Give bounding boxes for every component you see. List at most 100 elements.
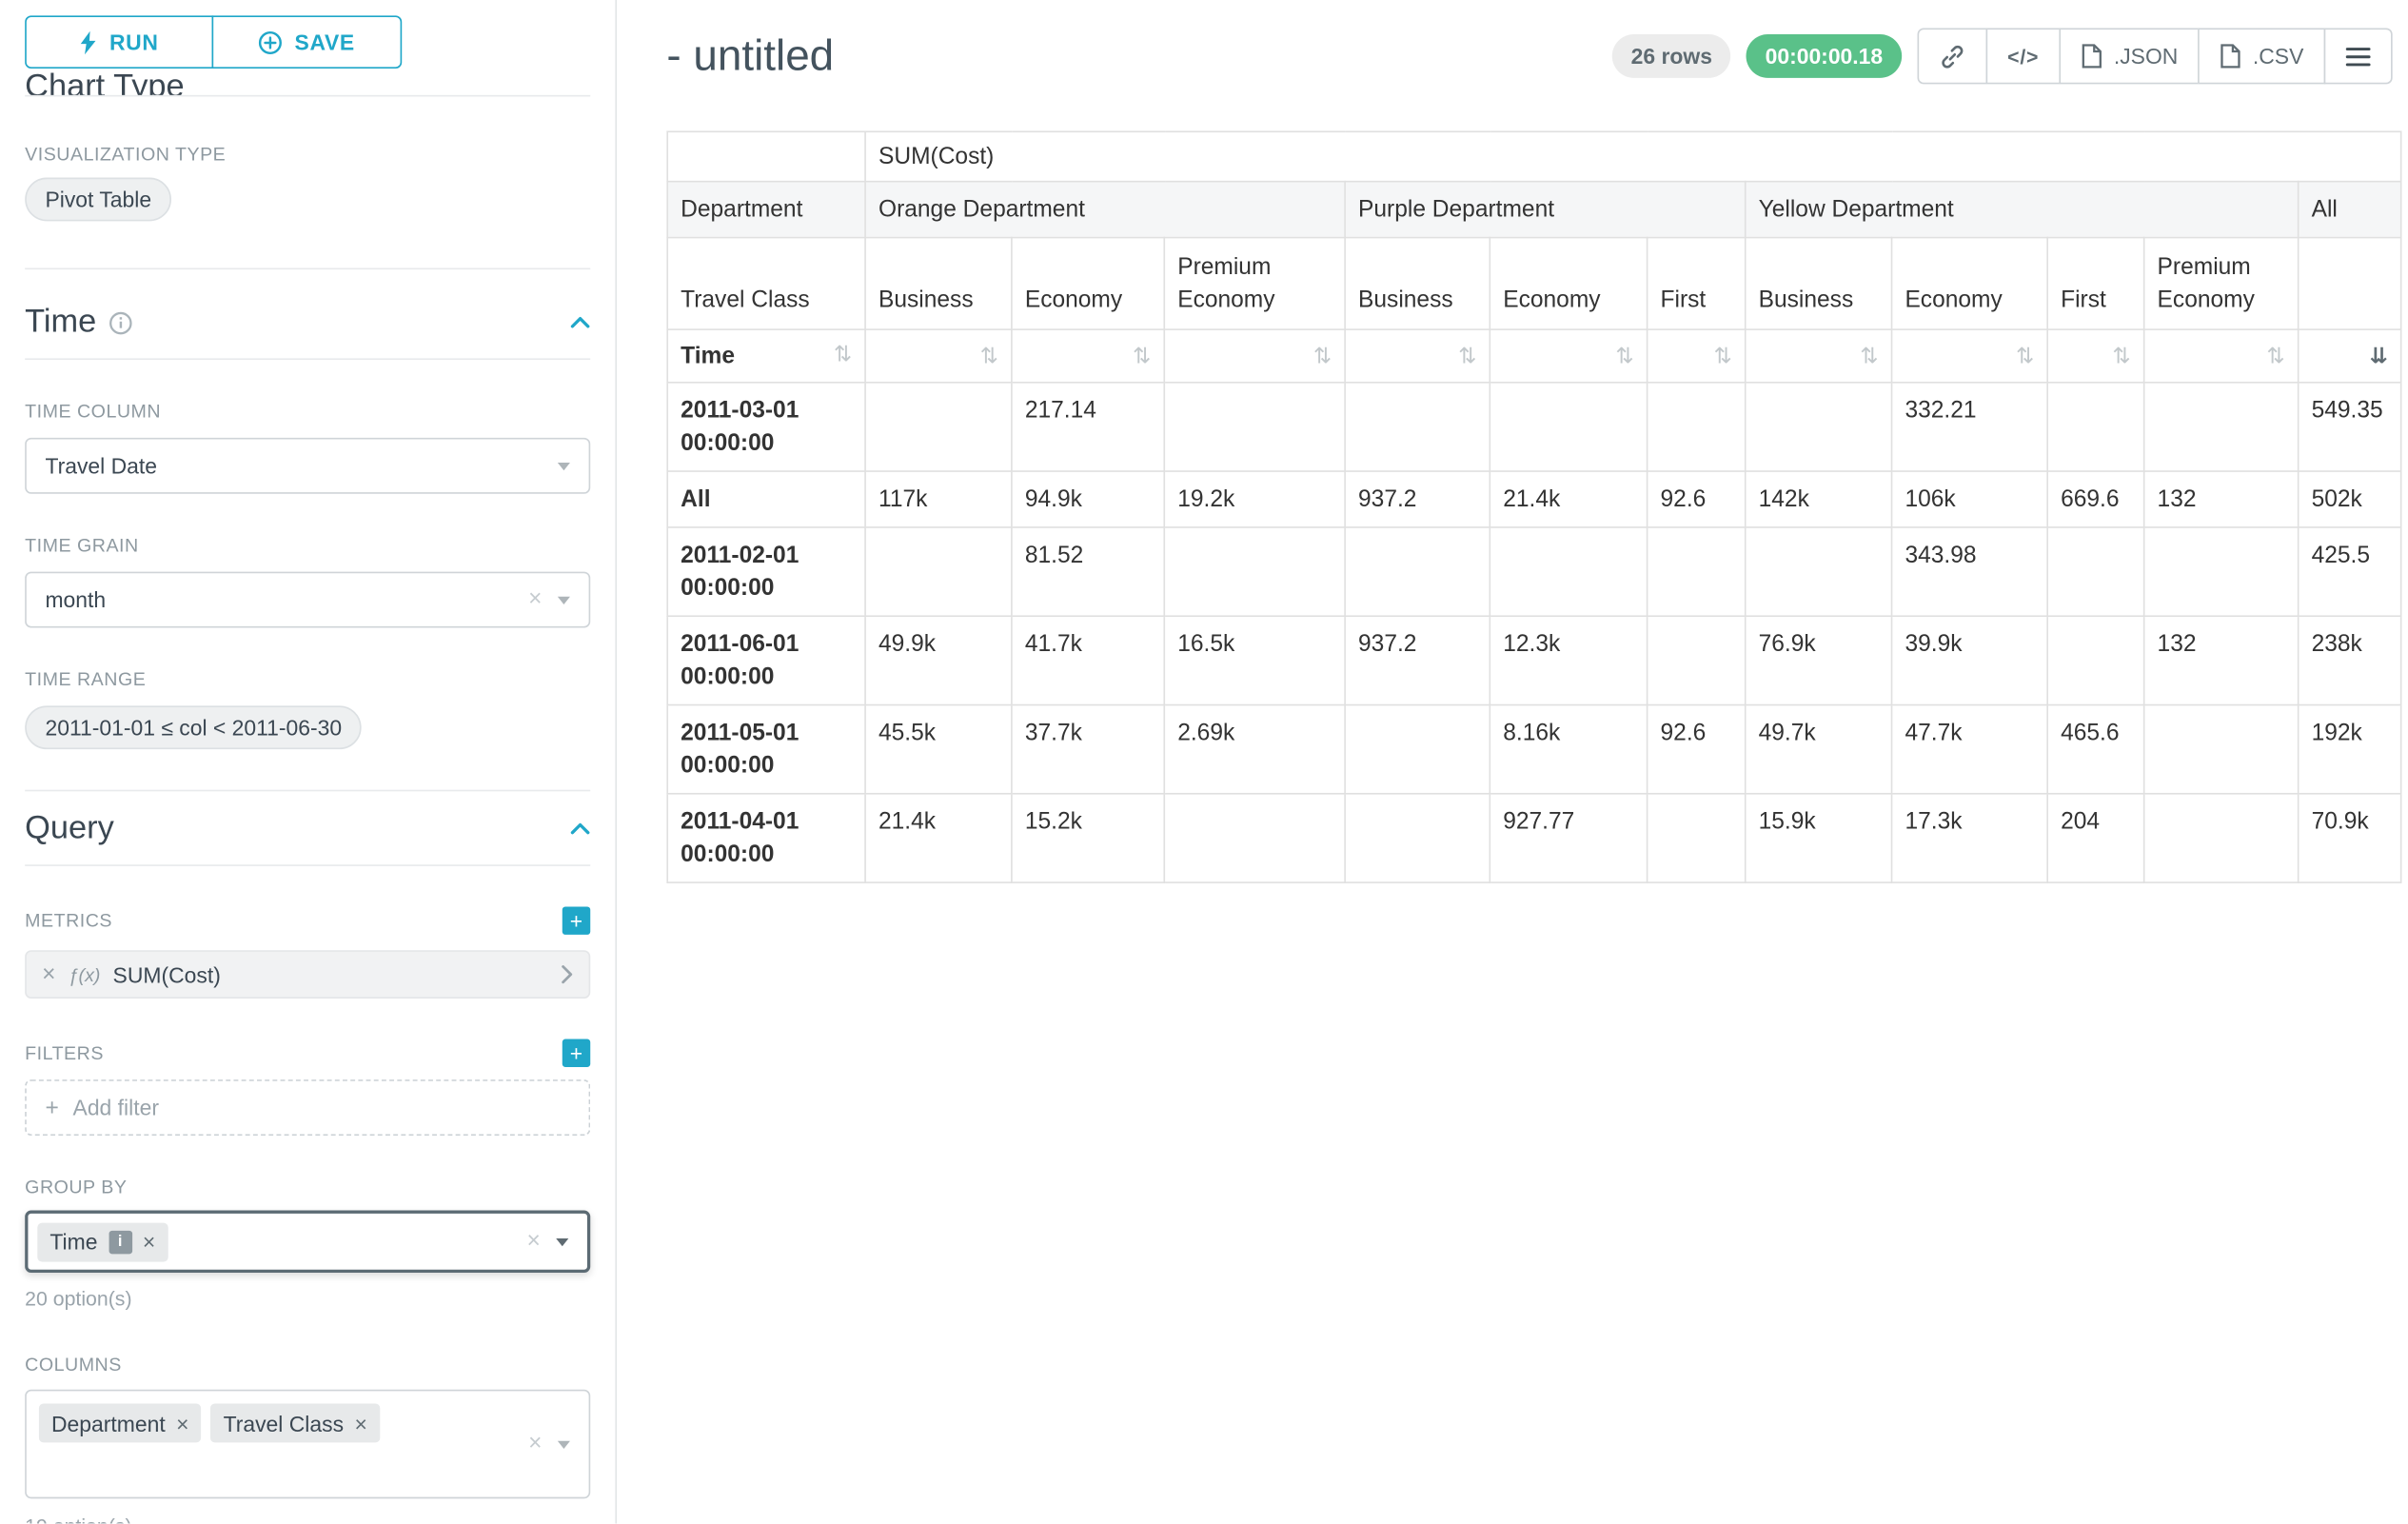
view-query-button[interactable]: </>	[1985, 28, 2061, 84]
pivot-header-groups: Department Orange DepartmentPurple Depar…	[667, 182, 2401, 238]
remove-tag-icon[interactable]: ×	[355, 1411, 367, 1435]
pivot-sort-cell[interactable]: ⇊	[2299, 329, 2401, 383]
pivot-value-cell	[1164, 527, 1345, 616]
function-icon: ƒ(x)	[69, 963, 101, 985]
pivot-value-cell	[1648, 616, 1746, 704]
sort-toggle-icon[interactable]: ⇅	[980, 345, 998, 369]
file-icon	[2220, 44, 2242, 69]
pivot-row-label: 2011-06-01 00:00:00	[667, 616, 865, 704]
sort-toggle-icon[interactable]: ⇅	[834, 343, 852, 367]
remove-tag-icon[interactable]: ×	[143, 1229, 155, 1254]
sort-toggle-icon[interactable]: ⇅	[2016, 345, 2034, 369]
pivot-table: SUM(Cost) Department Orange DepartmentPu…	[666, 130, 2401, 882]
pivot-value-cell: 12.3k	[1490, 616, 1647, 704]
run-button-label: RUN	[109, 30, 159, 54]
export-csv-button[interactable]: .CSV	[2199, 28, 2326, 84]
run-button[interactable]: RUN	[25, 15, 213, 69]
clear-icon[interactable]: ×	[527, 1226, 541, 1257]
pivot-row: 2011-02-01 00:00:0081.52343.98425.5	[667, 527, 2401, 616]
chart-type-section-header[interactable]: Chart Type	[25, 69, 590, 96]
pivot-axis-travel-class: Travel Class	[667, 238, 865, 330]
pivot-sort-cell[interactable]: ⇅	[2144, 329, 2299, 383]
pivot-value-cell: 47.7k	[1892, 705, 2048, 794]
pivot-row: 2011-05-01 00:00:0045.5k37.7k2.69k8.16k9…	[667, 705, 2401, 794]
save-button[interactable]: SAVE	[212, 15, 403, 69]
columns-select[interactable]: Department×Travel Class× ×	[25, 1390, 590, 1499]
time-range-value[interactable]: 2011-01-01 ≤ col < 2011-06-30	[25, 705, 362, 749]
pivot-value-cell: 21.4k	[865, 794, 1012, 882]
menu-button[interactable]	[2324, 28, 2393, 84]
selected-option-tag[interactable]: Timei×	[37, 1222, 168, 1261]
sort-toggle-icon[interactable]: ⇅	[1458, 345, 1476, 369]
metric-label: SUM(Cost)	[113, 962, 549, 987]
pivot-value-cell: 15.9k	[1746, 794, 1892, 882]
group-by-select[interactable]: Timei× ×	[25, 1211, 590, 1273]
sort-toggle-icon[interactable]: ⇅	[2267, 345, 2285, 369]
metric-chip[interactable]: × ƒ(x) SUM(Cost)	[25, 950, 590, 999]
chevron-up-icon[interactable]	[570, 316, 590, 328]
sort-toggle-icon[interactable]: ⇅	[2113, 345, 2131, 369]
pivot-value-cell	[1648, 383, 1746, 471]
visualization-type-value[interactable]: Pivot Table	[25, 178, 171, 222]
clear-icon[interactable]: ×	[528, 584, 542, 616]
pivot-axis-department: Department	[667, 182, 865, 238]
pivot-value-cell: 15.2k	[1012, 794, 1164, 882]
info-icon: i	[109, 1230, 132, 1254]
pivot-row: All117k94.9k19.2k937.221.4k92.6142k106k6…	[667, 471, 2401, 527]
add-filter-label: Add filter	[73, 1095, 159, 1119]
copy-link-button[interactable]	[1917, 28, 1987, 84]
pivot-col-group-0: Orange Department	[865, 182, 1345, 238]
export-json-button[interactable]: .JSON	[2060, 28, 2201, 84]
sort-toggle-icon[interactable]: ⇅	[1313, 345, 1332, 369]
pivot-sort-cell[interactable]: ⇅	[1345, 329, 1490, 383]
plus-icon: +	[570, 910, 582, 932]
chevron-right-icon[interactable]	[561, 964, 573, 984]
time-section-title: Time	[25, 304, 96, 341]
time-range-label: TIME RANGE	[25, 668, 590, 690]
pivot-sort-cell[interactable]: ⇅	[1648, 329, 1746, 383]
selected-option-tag[interactable]: Department×	[39, 1403, 202, 1442]
remove-metric-icon[interactable]: ×	[42, 961, 55, 988]
code-icon: </>	[2007, 45, 2039, 69]
pivot-value-cell: 192k	[2299, 705, 2401, 794]
pivot-sort-cell[interactable]: ⇅	[1490, 329, 1647, 383]
time-section-header[interactable]: Time	[25, 269, 590, 360]
selected-option-tag[interactable]: Travel Class×	[210, 1403, 380, 1442]
pivot-sort-cell[interactable]: ⇅	[865, 329, 1012, 383]
pivot-value-cell: 39.9k	[1892, 616, 2048, 704]
query-section-header[interactable]: Query	[25, 791, 590, 866]
pivot-value-cell	[2144, 705, 2299, 794]
pivot-sort-cell[interactable]: ⇅	[1892, 329, 2048, 383]
add-metric-button[interactable]: +	[563, 906, 590, 934]
sort-toggle-icon[interactable]: ⇅	[1133, 345, 1151, 369]
hamburger-icon	[2346, 46, 2371, 66]
pivot-metric-row: SUM(Cost)	[667, 131, 2401, 181]
pivot-value-cell: 19.2k	[1164, 471, 1345, 527]
remove-tag-icon[interactable]: ×	[176, 1411, 188, 1435]
sort-descending-icon[interactable]: ⇊	[2370, 345, 2388, 369]
chart-title[interactable]: - untitled	[666, 31, 834, 81]
pivot-sort-cell[interactable]: ⇅	[1164, 329, 1345, 383]
pivot-sort-cell[interactable]: ⇅	[2047, 329, 2143, 383]
pivot-sort-cell[interactable]: ⇅	[1746, 329, 1892, 383]
pivot-col-leaf: Premium Economy	[2144, 238, 2299, 330]
sort-toggle-icon[interactable]: ⇅	[1615, 345, 1633, 369]
chart-header: - untitled 26 rows 00:00:00.18 </> .JSON	[666, 28, 2392, 84]
time-grain-select[interactable]: month ×	[25, 572, 590, 628]
clear-icon[interactable]: ×	[528, 1429, 542, 1460]
pivot-col-leaf: Business	[1345, 238, 1490, 330]
time-column-select[interactable]: Travel Date	[25, 438, 590, 494]
chart-panel: - untitled 26 rows 00:00:00.18 </> .JSON	[617, 0, 2408, 1523]
export-button-group: </> .JSON .CSV	[1917, 28, 2392, 84]
add-filter-plus-button[interactable]: +	[563, 1039, 590, 1067]
pivot-value-cell: 76.9k	[1746, 616, 1892, 704]
pivot-value-cell: 669.6	[2047, 471, 2143, 527]
group-by-options-hint: 20 option(s)	[25, 1287, 590, 1311]
sort-toggle-icon[interactable]: ⇅	[1860, 345, 1878, 369]
sort-toggle-icon[interactable]: ⇅	[1714, 345, 1732, 369]
chevron-up-icon[interactable]	[570, 822, 590, 835]
plus-circle-icon	[259, 30, 283, 54]
pivot-value-cell: 117k	[865, 471, 1012, 527]
add-filter-button[interactable]: + Add filter	[25, 1079, 590, 1136]
pivot-sort-cell[interactable]: ⇅	[1012, 329, 1164, 383]
